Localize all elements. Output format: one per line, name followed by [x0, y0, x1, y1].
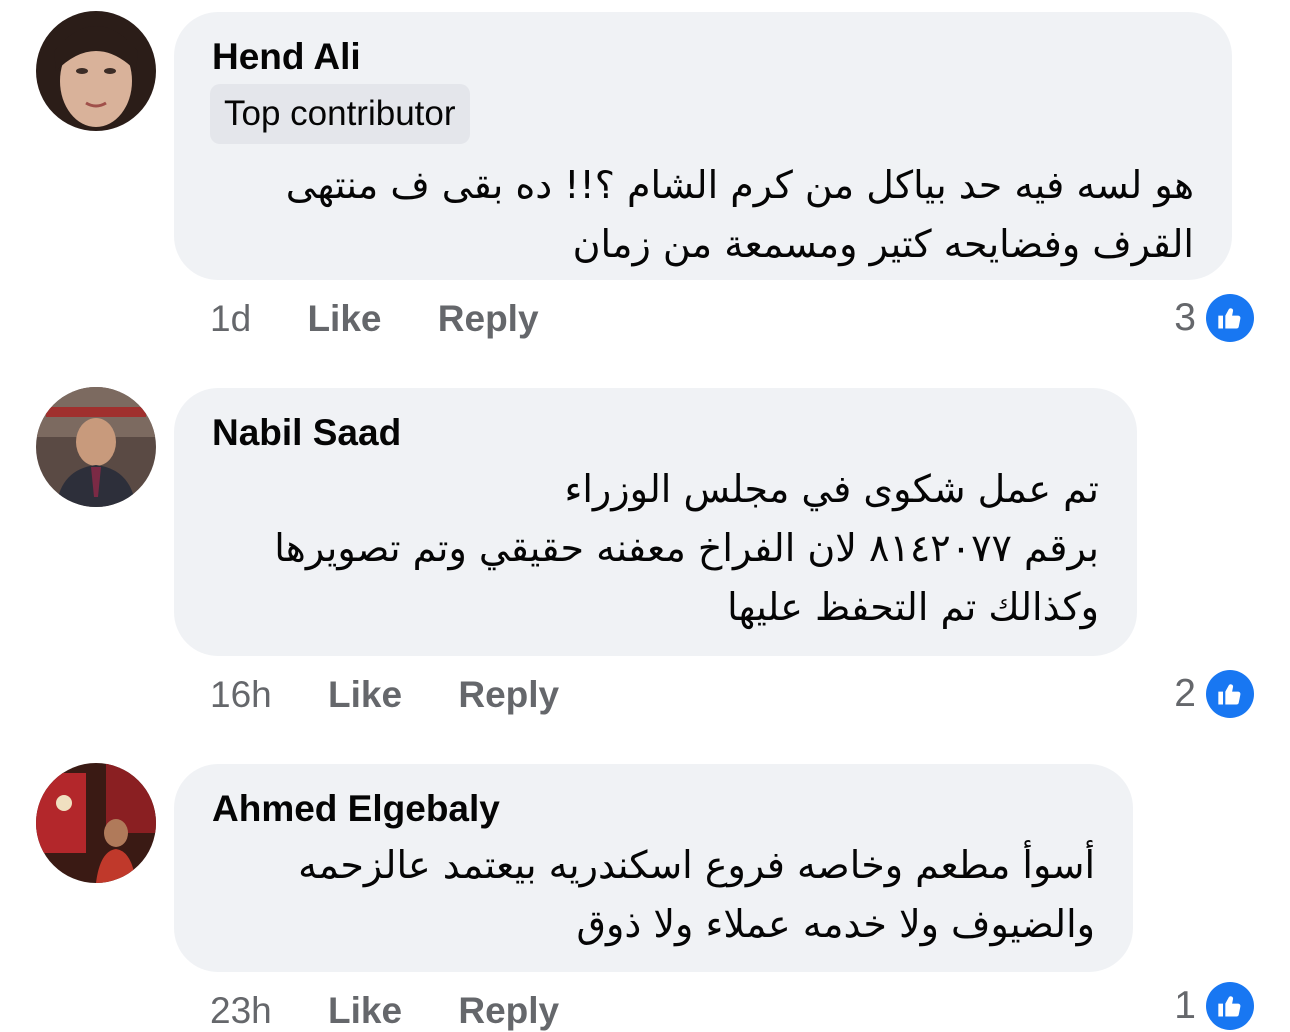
comment-author[interactable]: Ahmed Elgebaly: [212, 788, 500, 830]
reply-button[interactable]: Reply: [438, 298, 539, 340]
avatar[interactable]: [36, 11, 156, 131]
comment-actions: 16h Like Reply: [210, 674, 605, 716]
comment-actions: 1d Like Reply: [210, 298, 585, 340]
comment-text: أسوأ مطعم وخاصه فروع اسكندريه بيعتمد عال…: [298, 836, 1095, 954]
comment-text-line: والضيوف ولا خدمه عملاء ولا ذوق: [576, 902, 1095, 946]
comment-bubble: Ahmed Elgebaly أسوأ مطعم وخاصه فروع اسكن…: [174, 764, 1133, 972]
comment-author[interactable]: Nabil Saad: [212, 412, 401, 454]
like-icon: [1206, 670, 1254, 718]
comment-text: هو لسه فيه حد بياكل من كرم الشام ؟!! ده …: [286, 156, 1194, 274]
comment-author[interactable]: Hend Ali: [212, 36, 361, 78]
reaction-count: 3: [1174, 296, 1196, 339]
reaction-count: 1: [1174, 984, 1196, 1027]
reaction-summary[interactable]: 3: [1174, 294, 1254, 342]
like-icon: [1206, 982, 1254, 1030]
comment-time[interactable]: 1d: [210, 298, 251, 340]
reaction-count: 2: [1174, 672, 1196, 715]
comment-text-line: هو لسه فيه حد بياكل من كرم الشام ؟!! ده …: [285, 163, 1194, 207]
avatar[interactable]: [36, 387, 156, 507]
comment-text-line: تم عمل شكوى في مجلس الوزراء: [564, 467, 1099, 511]
like-button[interactable]: Like: [328, 990, 402, 1032]
reply-button[interactable]: Reply: [458, 674, 559, 716]
comment-text: تم عمل شكوى في مجلس الوزراء برقم ٨١٤٢٠٧٧…: [274, 460, 1099, 637]
reaction-summary[interactable]: 2: [1174, 670, 1254, 718]
comment-time[interactable]: 16h: [210, 674, 272, 716]
like-icon: [1206, 294, 1254, 342]
top-contributor-badge: Top contributor: [210, 84, 470, 144]
comment-time[interactable]: 23h: [210, 990, 272, 1032]
comment-text-line: برقم ٨١٤٢٠٧٧ لان الفراخ معفنه حقيقي وتم …: [274, 526, 1099, 570]
like-button[interactable]: Like: [328, 674, 402, 716]
comment-bubble: Nabil Saad تم عمل شكوى في مجلس الوزراء ب…: [174, 388, 1137, 656]
reaction-summary[interactable]: 1: [1174, 982, 1254, 1030]
comment-actions: 23h Like Reply: [210, 990, 605, 1032]
avatar[interactable]: [36, 763, 156, 883]
like-button[interactable]: Like: [307, 298, 381, 340]
reply-button[interactable]: Reply: [458, 990, 559, 1032]
comment-text-line: القرف وفضايحه كتير ومسمعة من زمان: [572, 222, 1194, 266]
comment-text-line: وكذالك تم التحفظ عليها: [727, 585, 1099, 629]
comment-bubble: Hend Ali Top contributor هو لسه فيه حد ب…: [174, 12, 1232, 280]
comment-text-line: أسوأ مطعم وخاصه فروع اسكندريه بيعتمد عال…: [298, 843, 1095, 887]
